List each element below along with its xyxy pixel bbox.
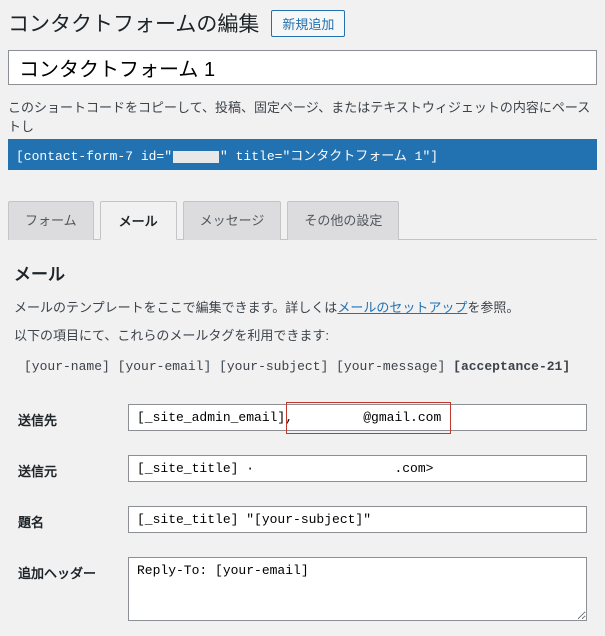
shortcode-pre: [contact-form-7 id="	[16, 149, 172, 164]
mail-desc-1: メールのテンプレートをここで編集できます。詳しくはメールのセットアップを参照。	[14, 297, 591, 319]
mail-heading: メール	[14, 260, 591, 285]
tab-messages[interactable]: メッセージ	[183, 201, 282, 240]
input-from[interactable]	[128, 455, 587, 482]
shortcode-post: " title="コンタクトフォーム 1"]	[220, 149, 438, 164]
label-headers: 追加ヘッダー	[14, 545, 124, 636]
mail-panel: メール メールのテンプレートをここで編集できます。詳しくはメールのセットアップを…	[8, 240, 597, 636]
label-to: 送信先	[14, 392, 124, 443]
tab-form[interactable]: フォーム	[8, 201, 94, 240]
shortcode-id-mask	[173, 151, 219, 163]
shortcode-box[interactable]: [contact-form-7 id=" " title="コンタクトフォーム 1…	[8, 139, 597, 170]
tab-mail[interactable]: メール	[100, 201, 177, 240]
shortcode-hint: このショートコードをコピーして、投稿、固定ページ、またはテキストウィジェットの内…	[8, 97, 597, 135]
mail-setup-link[interactable]: メールのセットアップ	[337, 300, 467, 315]
tabs: フォーム メール メッセージ その他の設定	[8, 200, 597, 240]
add-new-button[interactable]: 新規追加	[271, 10, 345, 37]
page-title: コンタクトフォームの編集	[8, 8, 259, 38]
mail-tags: [your-name] [your-email] [your-subject] …	[14, 353, 591, 392]
input-to[interactable]	[128, 404, 587, 431]
label-from: 送信元	[14, 443, 124, 494]
tag-your-message: [your-message]	[336, 359, 445, 374]
form-title-input[interactable]	[8, 50, 597, 85]
mail-desc-2: 以下の項目にて、これらのメールタグを利用できます:	[14, 325, 591, 347]
tag-acceptance: [acceptance-21]	[453, 359, 570, 374]
label-subject: 題名	[14, 494, 124, 545]
tag-your-name: [your-name]	[24, 359, 110, 374]
mail-desc-pre: メールのテンプレートをここで編集できます。詳しくは	[14, 300, 337, 315]
tag-your-subject: [your-subject]	[219, 359, 328, 374]
input-headers[interactable]: Reply-To: [your-email]	[128, 557, 587, 621]
tab-settings[interactable]: その他の設定	[287, 201, 399, 240]
input-subject[interactable]	[128, 506, 587, 533]
tag-your-email: [your-email]	[118, 359, 212, 374]
mail-desc-post: を参照。	[467, 300, 519, 315]
